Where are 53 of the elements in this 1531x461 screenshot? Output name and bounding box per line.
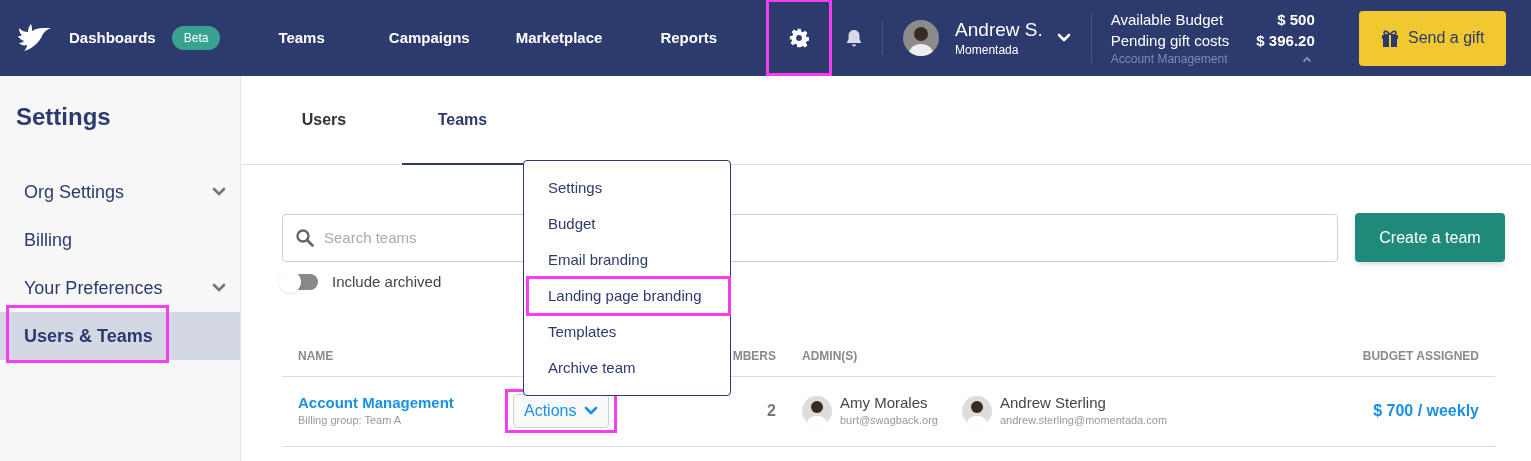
admin-email: burt@swagback.org [840, 413, 938, 429]
user-name: Andrew S. [955, 18, 1043, 42]
menu-item[interactable]: Settings [524, 170, 730, 206]
budget-value: $ 396.20 [1256, 31, 1315, 51]
toggle-label: Include archived [332, 272, 442, 292]
sidebar-title: Settings [16, 102, 112, 132]
user-menu-button[interactable] [1056, 33, 1071, 43]
sidebar-item[interactable]: Users & Teams [0, 312, 240, 360]
menu-item[interactable]: Landing page branding [524, 278, 730, 314]
column-header: MBERS [732, 347, 776, 365]
sidebar-item[interactable]: Billing [0, 216, 240, 264]
sidebar-item[interactable]: Org Settings [0, 168, 240, 216]
beta-badge: Beta [171, 26, 221, 50]
tab[interactable]: Teams [402, 76, 523, 165]
team-label: Account Management [1110, 51, 1228, 67]
org-name: Momentada [955, 42, 1020, 58]
toggle-switch[interactable] [280, 274, 318, 291]
avatar [802, 396, 832, 426]
chevron-down-icon [212, 283, 226, 293]
gift-icon [1380, 29, 1400, 47]
budget-label: Available Budget [1110, 10, 1224, 30]
admin-name: Amy Morales [840, 393, 929, 413]
chevron-down-icon [584, 406, 599, 416]
nav-link[interactable]: Reports [660, 26, 718, 50]
menu-item[interactable]: Templates [524, 314, 730, 350]
column-header: ADMIN(S) [802, 347, 859, 365]
column-header: BUDGET ASSIGNED [1362, 347, 1479, 365]
create-team-button[interactable]: Create a team [1355, 213, 1505, 262]
tab[interactable]: Users [264, 76, 384, 165]
column-header: NAME [298, 347, 335, 365]
menu-item[interactable]: Archive team [524, 350, 730, 386]
chevron-down-icon [1056, 33, 1071, 43]
budget-value: $ 500 [1277, 10, 1315, 30]
chevron-down-icon [212, 187, 226, 197]
budget-amount: $ 700 / weekly [1373, 401, 1479, 421]
admin-email: andrew.sterling@momentada.com [1000, 413, 1168, 429]
members-count: 2 [767, 401, 776, 421]
billing-group: Billing group: Team A [298, 412, 511, 429]
collapse-button[interactable] [1301, 55, 1312, 63]
nav-link[interactable]: Marketplace [515, 26, 603, 50]
avatar [903, 20, 940, 56]
budget-label: Pending gift costs [1110, 31, 1230, 51]
avatar [962, 396, 992, 426]
chevron-up-icon [1301, 55, 1312, 63]
send-gift-button[interactable]: Send a gift [1358, 10, 1506, 66]
settings-icon [789, 28, 810, 48]
nav-link[interactable]: Campaigns [388, 26, 470, 50]
nav-link[interactable]: Dashboards [69, 26, 156, 50]
sidebar-item[interactable]: Your Preferences [0, 264, 240, 312]
nav-link[interactable]: Teams [278, 26, 325, 50]
search-icon [295, 227, 315, 248]
bird-logo-icon [15, 22, 53, 54]
admin-name: Andrew Sterling [1000, 393, 1107, 413]
